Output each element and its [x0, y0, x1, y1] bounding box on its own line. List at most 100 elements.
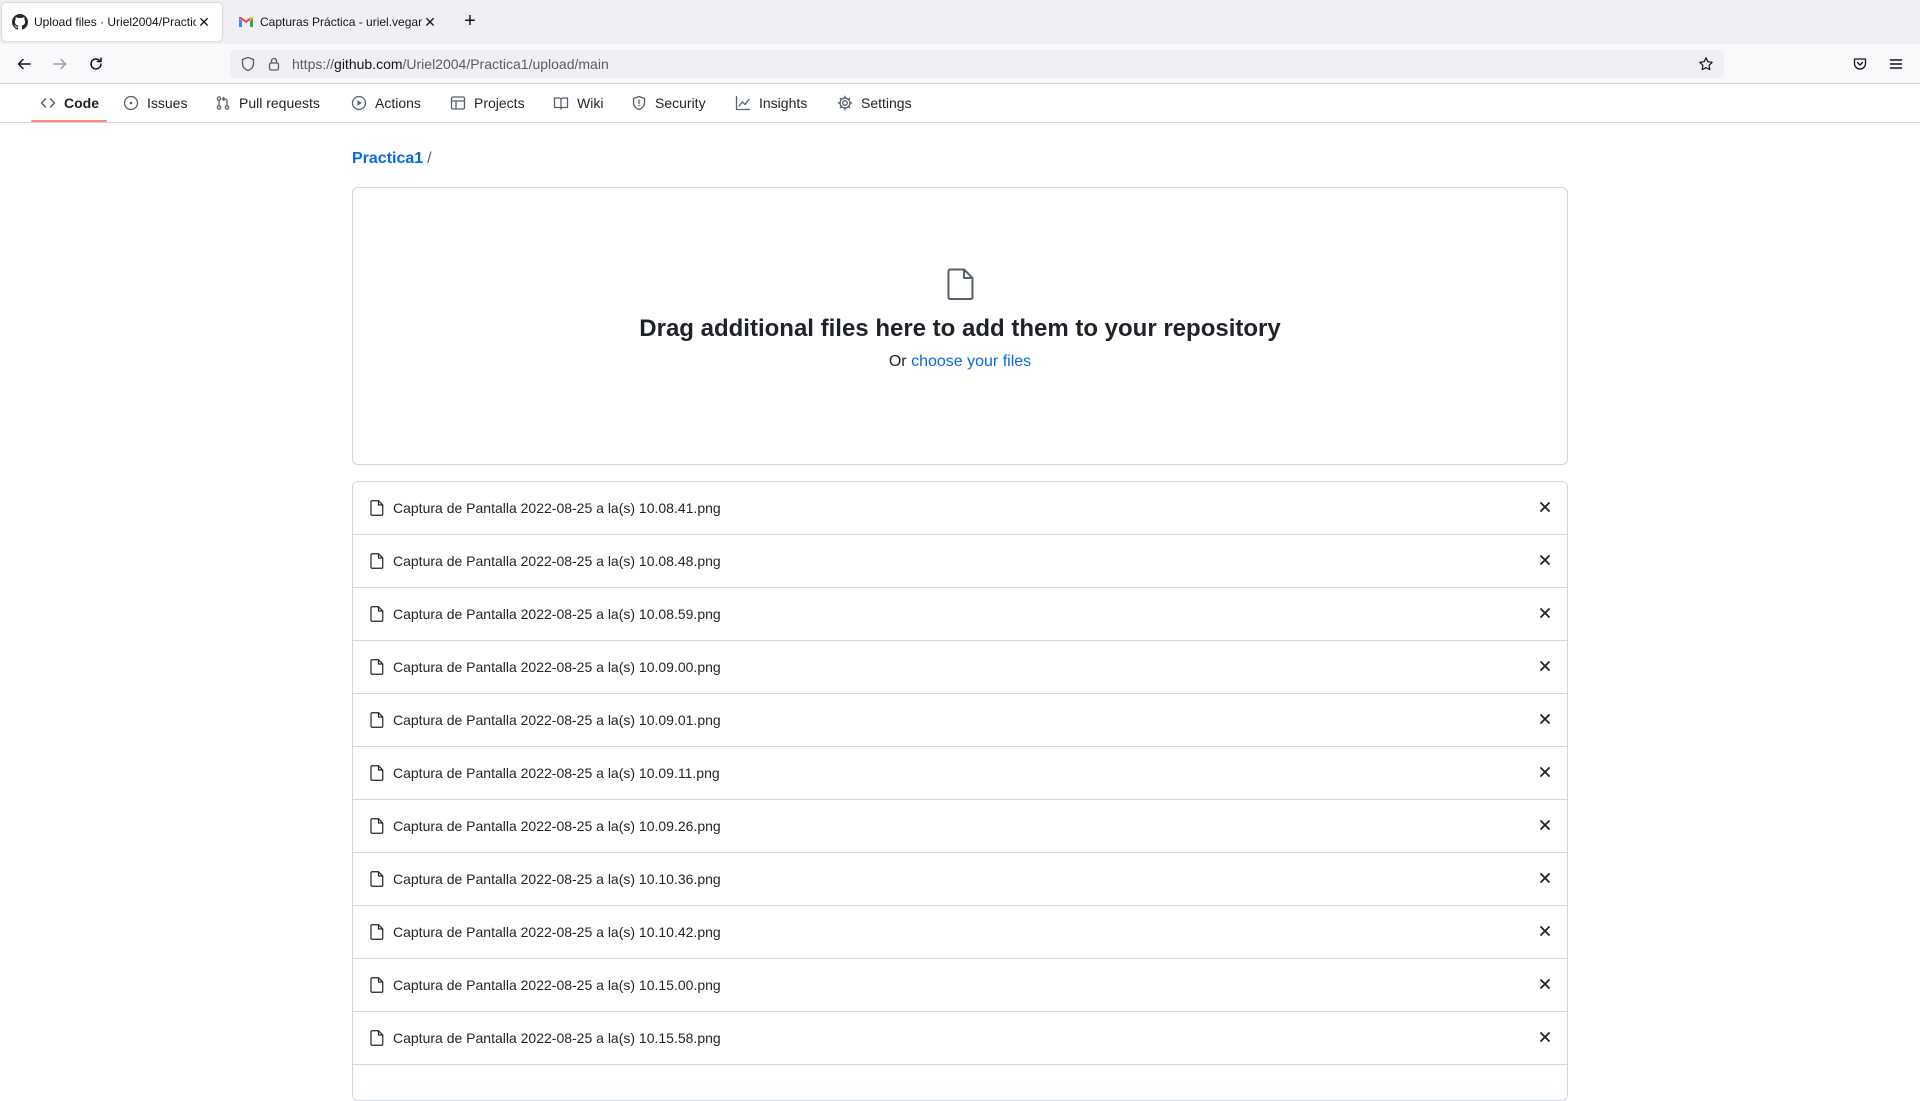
table-icon — [450, 96, 466, 110]
close-tab-icon[interactable]: ✕ — [196, 14, 212, 31]
file-name: Captura de Pantalla 2022-08-25 a la(s) 1… — [393, 712, 721, 728]
tab-title: Upload files · Uriel2004/Practica1 — [34, 15, 196, 29]
tab-title: Capturas Práctica - uriel.vegara — [260, 15, 422, 29]
file-row: Captura de Pantalla 2022-08-25 a la(s) 1… — [353, 959, 1567, 1012]
uploaded-file-list: Captura de Pantalla 2022-08-25 a la(s) 1… — [352, 481, 1568, 1101]
tab-upload-files[interactable]: Upload files · Uriel2004/Practica1 ✕ — [2, 3, 222, 41]
remove-file-icon[interactable] — [1537, 552, 1553, 568]
file-name: Captura de Pantalla 2022-08-25 a la(s) 1… — [393, 924, 721, 940]
address-bar[interactable]: https://github.com/Uriel2004/Practica1/u… — [230, 50, 1724, 78]
repo-nav-label: Code — [64, 95, 99, 111]
file-icon — [370, 977, 384, 993]
file-row: Captura de Pantalla 2022-08-25 a la(s) 1… — [353, 588, 1567, 641]
app-menu-button[interactable] — [1884, 52, 1908, 76]
code-icon — [40, 98, 56, 108]
remove-file-icon[interactable] — [1537, 923, 1553, 939]
gmail-icon — [239, 17, 253, 27]
pocket-button[interactable] — [1848, 52, 1872, 76]
selected-tab-underline — [31, 120, 107, 122]
repo-nav-settings[interactable]: Settings — [837, 84, 912, 122]
issue-opened-icon — [123, 95, 139, 111]
file-icon — [370, 712, 384, 728]
url-host: github.com — [334, 56, 403, 72]
file-row: Captura de Pantalla 2022-08-25 a la(s) 1… — [353, 694, 1567, 747]
arrow-left-icon — [17, 58, 31, 70]
file-icon — [370, 924, 384, 940]
remove-file-icon[interactable] — [1537, 1029, 1553, 1045]
new-tab-button[interactable]: + — [458, 10, 482, 34]
repo-nav-insights[interactable]: Insights — [735, 84, 807, 122]
file-row: Captura de Pantalla 2022-08-25 a la(s) 1… — [353, 641, 1567, 694]
file-drop-zone[interactable]: Drag additional files here to add them t… — [352, 187, 1568, 465]
file-name: Captura de Pantalla 2022-08-25 a la(s) 1… — [393, 871, 721, 887]
repo-nav-actions[interactable]: Actions — [351, 84, 421, 122]
drop-zone-title: Drag additional files here to add them t… — [639, 315, 1281, 342]
reload-button[interactable] — [84, 52, 108, 76]
star-bookmark-icon[interactable] — [1698, 56, 1714, 72]
arrow-right-icon — [53, 58, 67, 70]
breadcrumb-repo-link[interactable]: Practica1 — [352, 150, 423, 167]
file-icon — [947, 268, 974, 300]
browser-tab-strip: Upload files · Uriel2004/Practica1 ✕ Cap… — [0, 0, 1920, 44]
repo-nav-label: Security — [655, 95, 706, 111]
file-icon — [370, 1030, 384, 1046]
repo-nav-projects[interactable]: Projects — [450, 84, 525, 122]
file-name: Captura de Pantalla 2022-08-25 a la(s) 1… — [393, 500, 721, 516]
forward-button[interactable] — [48, 52, 72, 76]
drop-zone-subtitle: Or choose your files — [353, 353, 1567, 371]
remove-file-icon[interactable] — [1537, 870, 1553, 886]
file-icon — [370, 606, 384, 622]
graph-icon — [735, 95, 751, 111]
file-icon — [370, 818, 384, 834]
file-row: Captura de Pantalla 2022-08-25 a la(s) 1… — [353, 535, 1567, 588]
file-name: Captura de Pantalla 2022-08-25 a la(s) 1… — [393, 977, 721, 993]
url-path: /Uriel2004/Practica1/upload/main — [402, 56, 609, 72]
pocket-icon — [1853, 58, 1867, 70]
file-name: Captura de Pantalla 2022-08-25 a la(s) 1… — [393, 765, 720, 781]
remove-file-icon[interactable] — [1537, 976, 1553, 992]
github-icon — [12, 14, 28, 30]
drop-zone-or-text: Or — [888, 353, 907, 370]
repo-nav-security[interactable]: Security — [631, 84, 706, 122]
repo-nav-label: Wiki — [577, 95, 604, 111]
file-row-partial — [353, 1065, 1567, 1100]
browser-toolbar: https://github.com/Uriel2004/Practica1/u… — [0, 44, 1920, 84]
repo-nav-label: Pull requests — [239, 95, 320, 111]
repo-nav-issues[interactable]: Issues — [123, 84, 187, 122]
repo-nav-pull-requests[interactable]: Pull requests — [215, 84, 320, 122]
file-icon — [370, 500, 384, 516]
repo-nav-code[interactable]: Code — [40, 84, 99, 122]
reload-icon — [90, 57, 102, 70]
lock-icon[interactable] — [266, 56, 282, 72]
file-icon — [370, 553, 384, 569]
remove-file-icon[interactable] — [1537, 499, 1553, 515]
back-button[interactable] — [12, 52, 36, 76]
remove-file-icon[interactable] — [1537, 817, 1553, 833]
remove-file-icon[interactable] — [1537, 711, 1553, 727]
file-name: Captura de Pantalla 2022-08-25 a la(s) 1… — [393, 818, 721, 834]
remove-file-icon[interactable] — [1537, 605, 1553, 621]
gear-icon — [837, 95, 853, 111]
file-icon — [370, 659, 384, 675]
repo-nav-wiki[interactable]: Wiki — [553, 84, 603, 122]
tab-gmail-capturas[interactable]: Capturas Práctica - uriel.vegara ✕ — [228, 3, 448, 41]
file-row: Captura de Pantalla 2022-08-25 a la(s) 1… — [353, 747, 1567, 800]
file-icon — [370, 871, 384, 887]
file-icon — [370, 765, 384, 781]
file-name: Captura de Pantalla 2022-08-25 a la(s) 1… — [393, 553, 721, 569]
shield-tracking-icon[interactable] — [240, 56, 256, 72]
file-name: Captura de Pantalla 2022-08-25 a la(s) 1… — [393, 606, 721, 622]
file-name: Captura de Pantalla 2022-08-25 a la(s) 1… — [393, 1030, 721, 1046]
hamburger-menu-icon — [1889, 59, 1903, 69]
remove-file-icon[interactable] — [1537, 658, 1553, 674]
repo-nav-label: Issues — [147, 95, 188, 111]
breadcrumb-separator: / — [427, 150, 432, 167]
choose-files-link[interactable]: choose your files — [911, 353, 1031, 370]
url-text[interactable]: https://github.com/Uriel2004/Practica1/u… — [292, 56, 609, 72]
repo-nav-label: Settings — [861, 95, 912, 111]
close-tab-icon[interactable]: ✕ — [422, 14, 438, 31]
remove-file-icon[interactable] — [1537, 764, 1553, 780]
file-row: Captura de Pantalla 2022-08-25 a la(s) 1… — [353, 853, 1567, 906]
file-row: Captura de Pantalla 2022-08-25 a la(s) 1… — [353, 482, 1567, 535]
git-pull-request-icon — [216, 96, 230, 110]
